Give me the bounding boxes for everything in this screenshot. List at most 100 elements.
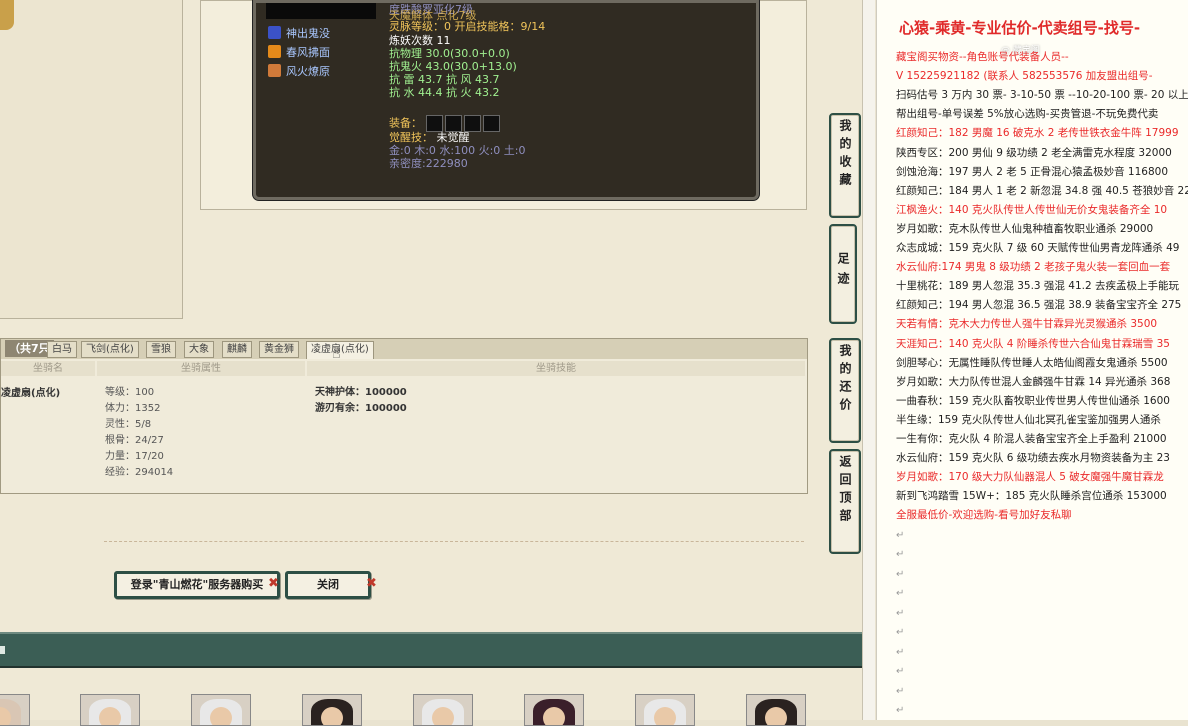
attr-strength: 力量：17/20: [105, 451, 164, 462]
side-tab-label: 返回顶部: [838, 455, 852, 527]
horse-skill-1: 天神护体：100000: [315, 387, 407, 398]
doc-line: 陕西专区：200 男仙 9 级功绩 2 老全满雷克水程度 32000: [896, 146, 1172, 159]
doc-line: 帮出组号-单号误差 5%放心选购-买贵管退-不玩免费代卖: [896, 108, 1159, 121]
return-mark: ↵: [896, 549, 905, 560]
equip-slot-3[interactable]: [463, 115, 481, 132]
tab-horse-5[interactable]: 麒麟: [222, 341, 252, 358]
doc-line: 全服最低价-欢迎选购-看号加好友私聊: [896, 509, 1072, 522]
doc-line: 扫码估号 3 万内 30 票- 3-10-50 票 --10-20-100 票-…: [896, 89, 1188, 102]
equip-slot-1[interactable]: [425, 115, 443, 132]
game-window: 神出鬼没 春风拂面 风火燎原 度跌酸罗亚化7级 天魔解体 点化7级 灵脉等级：0…: [0, 0, 862, 726]
return-mark: ↵: [896, 685, 905, 697]
window-scrollbar[interactable]: [862, 0, 875, 720]
horse-tooltip: 神出鬼没 春风拂面 风火燎原 度跌酸罗亚化7级 天魔解体 点化7级 灵脉等级：0…: [253, 0, 759, 200]
spirit-level: 灵脉等级：0 开启技能格：9/14: [389, 20, 546, 33]
refine-count: 炼妖次数 11: [389, 34, 451, 47]
close-icon[interactable]: ✖: [366, 576, 377, 591]
skill-row-1: 神出鬼没: [268, 25, 330, 41]
equip-slot-4[interactable]: [482, 115, 500, 132]
equip-label: 装备：: [389, 116, 422, 130]
close-button[interactable]: 关闭: [285, 571, 371, 599]
doc-line: 天涯知己：140 克火队 4 阶睡杀传世六合仙鬼甘霖瑞雪 35: [896, 337, 1170, 350]
side-tab-favorites[interactable]: 我的收藏: [829, 113, 861, 218]
doc-line: 天若有情：克木大力传世人强牛甘霖异光灵猴通杀 3500: [896, 318, 1158, 331]
anti-thunder-wind: 抗 雷 43.7 抗 风 43.7: [389, 73, 500, 86]
doc-line: 剑蚀沧海：197 男人 2 老 5 正骨混心猿孟极妙音 116800: [896, 165, 1169, 178]
left-panel: [0, 0, 183, 319]
return-mark: ↵: [896, 646, 905, 658]
col-header-name: 坐骑名: [1, 361, 95, 376]
anti-water-fire: 抗 水 44.4 抗 火 43.2: [389, 86, 500, 99]
character-portrait[interactable]: [0, 694, 30, 726]
attr-stamina: 体力：1352: [105, 403, 161, 414]
character-portrait[interactable]: [302, 694, 362, 726]
avatar-fragment: [0, 0, 14, 30]
skill-name: 春风拂面: [286, 46, 330, 59]
side-tab-footprints[interactable]: 足迹: [829, 224, 857, 324]
doc-line: 一曲春秋：159 克火队畜牧职业传世男人传世仙通杀 1600: [896, 394, 1170, 407]
skill-row-3: 风火燎原: [268, 63, 330, 79]
skill-row-2: 春风拂面: [268, 44, 330, 60]
attr-level: 等级：100: [105, 387, 155, 398]
doc-line: 半生缘：159 克火队传世人仙北冥孔雀宝鉴加强男人通杀: [896, 413, 1161, 426]
horse-name: 凌虚扇(点化): [1, 388, 61, 399]
equip-row: 装备：: [389, 115, 502, 132]
doc-line: 江枫渔火：140 克火队传世人传世仙无价女鬼装备齐全 10: [896, 203, 1168, 216]
character-portrait[interactable]: [524, 694, 584, 726]
intimacy: 亲密度:222980: [389, 157, 468, 170]
elements: 金:0 木:0 水:100 火:0 土:0: [389, 144, 526, 157]
attr-bone: 根骨：24/27: [105, 435, 164, 446]
tab-horse-1[interactable]: 白马: [47, 341, 77, 358]
anti-ghostfire: 抗鬼火 43.0(30.0+13.0): [389, 60, 517, 73]
doc-line: 一生有你：克火队 4 阶混人装备宝宝齐全上手盈利 21000: [896, 433, 1167, 445]
doc-line: 水云仙府:174 男鬼 8 级功绩 2 老孩子鬼火装一套回血一套: [896, 261, 1171, 274]
character-portrait[interactable]: [413, 694, 473, 726]
close-icon[interactable]: ✖: [268, 576, 279, 591]
doc-line: 红颜知己：184 男人 1 老 2 新忽混 34.8 强 40.5 苍狼妙音 2…: [896, 184, 1188, 197]
doc-line: 新到飞鸿踏雪 15W+：185 克火队睡杀宫位通杀 153000: [896, 490, 1167, 503]
attr-spirit: 灵性：5/8: [105, 419, 152, 430]
doc-line: 红颜知己：194 男人忽混 36.5 强混 38.9 装备宝宝齐全 275: [896, 299, 1182, 312]
doc-line: 藏宝阁买物资--角色账号代装备人员--: [896, 51, 1069, 63]
doc-line: V 15225921182 (联系人 582553576 加友盟出组号-: [896, 70, 1153, 83]
awaken-row: 觉醒技： 未觉醒: [389, 131, 470, 144]
horse-skill-2: 游刃有余：100000: [315, 403, 407, 414]
flame-skill-icon: [268, 45, 281, 58]
side-tab-back-to-top[interactable]: 返回顶部: [829, 449, 861, 554]
col-header-skills: 坐骑技能: [307, 361, 805, 376]
return-mark: ↵: [896, 568, 905, 580]
return-mark: ↵: [896, 705, 905, 716]
character-portrait[interactable]: [191, 694, 251, 726]
character-portrait[interactable]: [635, 694, 695, 726]
character-portrait[interactable]: [80, 694, 140, 726]
tab-horse-4[interactable]: 大象: [184, 341, 214, 358]
doc-line: 岁月如歌：大力队传世混人金麟强牛甘霖 14 异光通杀 368: [896, 375, 1171, 388]
awaken-value: 未觉醒: [436, 131, 470, 144]
return-mark: ↵: [896, 529, 905, 541]
character-portrait[interactable]: [746, 694, 806, 726]
return-mark: ↵: [896, 666, 905, 677]
tab-horse-3[interactable]: 雪狼: [146, 341, 176, 358]
skill-name: 风火燎原: [286, 65, 330, 78]
side-tab-label: 足迹: [836, 252, 850, 292]
doc-line: 十里桃花：189 男人忽混 35.3 强混 41.2 去疾孟极上手能玩: [896, 280, 1179, 293]
side-tab-label: 我的还价: [838, 344, 852, 416]
tooltip-header-dark: [266, 3, 376, 19]
skill-name: 神出鬼没: [286, 27, 330, 40]
doc-line: 红颜知己：182 男魔 16 破克水 2 老传世铁衣金牛阵 17999: [896, 127, 1179, 140]
awaken-label: 觉醒技：: [389, 131, 433, 144]
tab-horse-2[interactable]: 飞剑(点化): [81, 341, 139, 358]
doc-title: 心猿-乘黄-专业估价-代卖组号-找号-: [899, 19, 1141, 37]
anti-physical: 抗物理 30.0(30.0+0.0): [389, 47, 510, 60]
equip-slot-2[interactable]: [444, 115, 462, 132]
character-bar: [0, 632, 862, 668]
login-purchase-button[interactable]: 登录"青山燃花"服务器购买: [114, 571, 280, 599]
side-tab-label: 我的收藏: [838, 119, 852, 191]
attr-exp: 经验：294014: [105, 467, 174, 478]
return-mark: ↵: [896, 607, 905, 619]
side-tab-my-offers[interactable]: 我的还价: [829, 338, 861, 443]
tab-horse-6[interactable]: 黄金狮: [259, 341, 299, 358]
horse-tab-strip: （共7只 白马 飞剑(点化) 雪狼 大象 麒麟 黄金狮 凌虚扇(点化) ☝: [0, 338, 808, 362]
doc-line: 剑胆琴心：无属性睡队传世睡人太皓仙阁霞女鬼通杀 5500: [896, 356, 1168, 369]
return-mark: ↵: [896, 588, 905, 599]
